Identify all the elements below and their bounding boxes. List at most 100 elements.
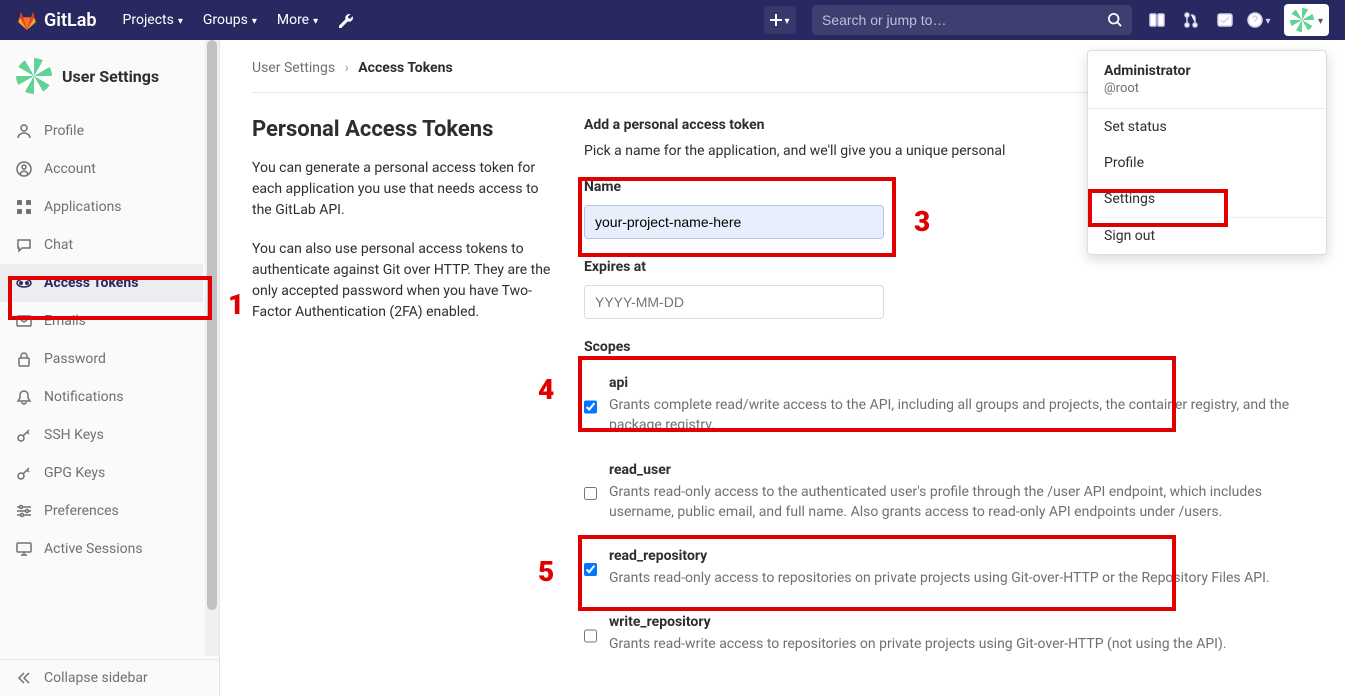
- chevron-down-icon: [178, 12, 183, 28]
- applications-icon: [16, 199, 32, 215]
- nav-more[interactable]: More: [267, 0, 328, 40]
- key-icon: [16, 427, 32, 443]
- scope-row-read-repository: read_repository Grants read-only access …: [584, 538, 1313, 604]
- scrollbar-track[interactable]: [205, 40, 219, 656]
- page-title: Personal Access Tokens: [252, 117, 552, 142]
- collapse-sidebar-button[interactable]: Collapse sidebar: [0, 659, 219, 696]
- sidebar-item-label: Preferences: [44, 503, 119, 519]
- scope-name: api: [609, 375, 1313, 391]
- annotation-number: 3: [914, 205, 930, 238]
- token-name-input[interactable]: [584, 205, 884, 239]
- token-expires-input[interactable]: [584, 285, 884, 319]
- sidebar-item-chat[interactable]: Chat: [0, 226, 203, 264]
- expires-label: Expires at: [584, 259, 1313, 275]
- description-column: Personal Access Tokens You can generate …: [252, 117, 552, 671]
- search-icon: [1108, 13, 1122, 27]
- global-search[interactable]: [812, 5, 1132, 35]
- chevron-down-icon: [252, 12, 257, 28]
- monitor-icon: [16, 541, 32, 557]
- scrollbar-thumb[interactable]: [207, 40, 217, 610]
- sidebar-item-notifications[interactable]: Notifications: [0, 378, 203, 416]
- scope-description: Grants read-write access to repositories…: [609, 634, 1227, 654]
- menu-item-sign-out[interactable]: Sign out: [1088, 218, 1326, 254]
- merge-requests-icon[interactable]: [1174, 0, 1208, 40]
- email-icon: [16, 313, 32, 329]
- admin-wrench-icon[interactable]: [328, 0, 362, 40]
- identicon-avatar: [1290, 8, 1314, 32]
- sidebar-item-access-tokens[interactable]: Access Tokens: [0, 264, 203, 302]
- chevron-down-icon: [1265, 12, 1270, 28]
- sidebar-item-preferences[interactable]: Preferences: [0, 492, 203, 530]
- chat-icon: [16, 237, 32, 253]
- user-display-name: Administrator: [1104, 63, 1310, 79]
- brand-text: GitLab: [44, 10, 97, 31]
- user-menu-header: Administrator @root: [1088, 51, 1326, 109]
- sidebar-item-label: Notifications: [44, 389, 124, 405]
- user-handle: @root: [1104, 81, 1310, 96]
- issues-icon[interactable]: [1140, 0, 1174, 40]
- collapse-label: Collapse sidebar: [44, 670, 148, 686]
- nav-projects[interactable]: Projects: [113, 0, 193, 40]
- sidebar-item-password[interactable]: Password: [0, 340, 203, 378]
- menu-item-set-status[interactable]: Set status: [1088, 109, 1326, 145]
- user-avatar-menu[interactable]: [1284, 4, 1329, 36]
- breadcrumb-root[interactable]: User Settings: [252, 60, 335, 76]
- account-icon: [16, 161, 32, 177]
- sidebar-item-label: Chat: [44, 237, 73, 253]
- chevron-down-icon: [313, 12, 318, 28]
- token-icon: [16, 275, 32, 291]
- scope-row-write-repository: write_repository Grants read-write acces…: [584, 604, 1313, 670]
- preferences-icon: [16, 503, 32, 519]
- menu-item-settings[interactable]: Settings: [1088, 181, 1326, 217]
- scope-description: Grants complete read/write access to the…: [609, 395, 1313, 436]
- page-description: You can generate a personal access token…: [252, 158, 552, 221]
- sidebar-item-label: Account: [44, 161, 96, 177]
- sidebar-title: User Settings: [62, 67, 159, 86]
- collapse-icon: [16, 670, 32, 686]
- scope-description: Grants read-only access to the authentic…: [609, 482, 1313, 523]
- chevron-right-icon: ›: [345, 60, 349, 76]
- sidebar-item-active-sessions[interactable]: Active Sessions: [0, 530, 203, 568]
- nav-groups[interactable]: Groups: [193, 0, 267, 40]
- scope-checkbox-read-user[interactable]: [584, 465, 597, 523]
- scope-name: write_repository: [609, 614, 1227, 630]
- scope-checkbox-read-repository[interactable]: [584, 551, 597, 588]
- new-menu-button[interactable]: [764, 6, 796, 34]
- help-icon[interactable]: [1242, 0, 1276, 40]
- todos-icon[interactable]: [1208, 0, 1242, 40]
- sidebar-item-label: Access Tokens: [44, 275, 138, 291]
- scope-checkbox-write-repository[interactable]: [584, 617, 597, 654]
- scopes-label: Scopes: [584, 339, 1313, 355]
- sidebar-item-label: Password: [44, 351, 106, 367]
- sidebar-item-account[interactable]: Account: [0, 150, 203, 188]
- sidebar-item-applications[interactable]: Applications: [0, 188, 203, 226]
- brand-logo[interactable]: GitLab: [16, 10, 97, 31]
- scope-name: read_user: [609, 462, 1313, 478]
- chevron-down-icon: [1318, 12, 1323, 28]
- sidebar-item-label: Profile: [44, 123, 84, 139]
- sidebar-item-label: SSH Keys: [44, 427, 104, 443]
- sidebar-item-emails[interactable]: Emails: [0, 302, 203, 340]
- search-input[interactable]: [822, 12, 1108, 28]
- plus-icon: [770, 14, 782, 26]
- scope-name: read_repository: [609, 548, 1270, 564]
- key-icon: [16, 465, 32, 481]
- identicon-avatar: [16, 58, 52, 94]
- sidebar-item-label: Applications: [44, 199, 122, 215]
- scope-row-read-user: read_user Grants read-only access to the…: [584, 452, 1313, 539]
- sidebar-item-gpg-keys[interactable]: GPG Keys: [0, 454, 203, 492]
- settings-sidebar: User Settings Profile Account Applicatio…: [0, 40, 220, 696]
- bell-icon: [16, 389, 32, 405]
- sidebar-item-label: Emails: [44, 313, 86, 329]
- scope-row-api: api Grants complete read/write access to…: [584, 365, 1313, 452]
- top-navbar: GitLab Projects Groups More: [0, 0, 1345, 40]
- chevron-down-icon: [784, 12, 789, 28]
- scope-checkbox-api[interactable]: [584, 378, 597, 436]
- sidebar-items: Profile Account Applications Chat Access…: [0, 112, 219, 659]
- sidebar-item-ssh-keys[interactable]: SSH Keys: [0, 416, 203, 454]
- sidebar-item-profile[interactable]: Profile: [0, 112, 203, 150]
- user-dropdown-menu: Administrator @root Set status Profile S…: [1087, 50, 1327, 255]
- menu-item-profile[interactable]: Profile: [1088, 145, 1326, 181]
- sidebar-header: User Settings: [0, 40, 219, 112]
- sidebar-item-label: Active Sessions: [44, 541, 143, 557]
